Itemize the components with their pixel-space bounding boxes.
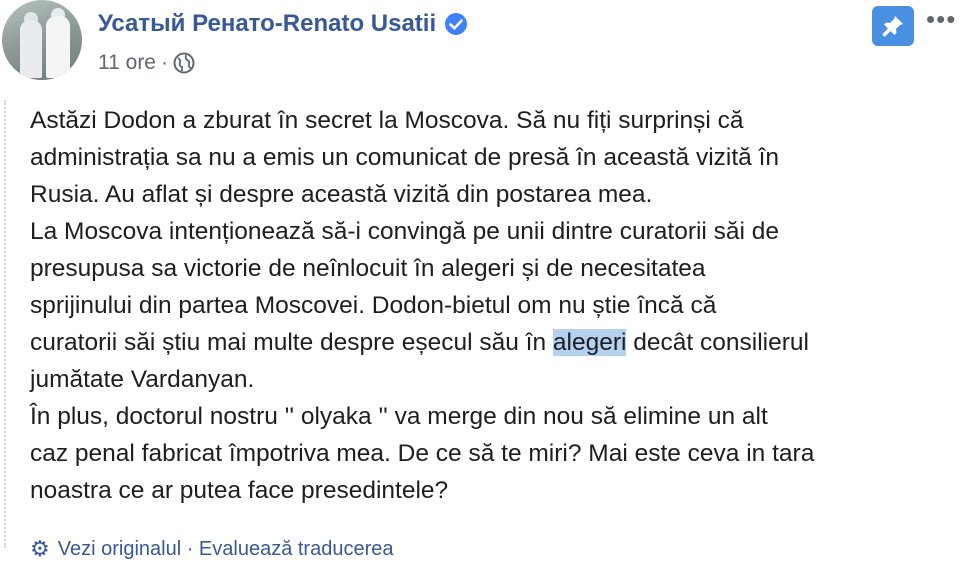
post-meta: 11 ore · xyxy=(98,51,195,75)
pin-icon xyxy=(882,16,903,37)
post-line-part: curatorii săi știu mai multe despre eșec… xyxy=(30,329,553,356)
post-line: În plus, doctorul nostru '' olyaka '' va… xyxy=(30,403,768,430)
highlighted-word: alegeri xyxy=(552,329,627,356)
author-name-link[interactable]: Усатый Ренато-Renato Usatii xyxy=(98,10,468,38)
post-line: La Moscova intenționează să-i convingă p… xyxy=(30,218,780,245)
pin-button[interactable] xyxy=(872,6,914,46)
translation-link[interactable]: ⚙ Vezi originalul · Evaluează traducerea xyxy=(30,536,394,562)
post-line: curatorii săi știu mai multe despre eșec… xyxy=(30,324,960,361)
avatar-figure-body xyxy=(46,16,70,78)
verified-badge-icon xyxy=(445,13,468,35)
author-avatar[interactable] xyxy=(2,0,82,80)
post-line: administrația sa nu a emis un comunicat … xyxy=(30,144,779,171)
post-line: presupusa sa victorie de neînlocuit în a… xyxy=(30,255,706,282)
globe-icon[interactable] xyxy=(173,52,195,74)
gear-icon: ⚙ xyxy=(30,536,50,561)
meta-separator: · xyxy=(161,51,168,74)
author-name[interactable]: Усатый Ренато-Renato Usatii xyxy=(98,10,436,38)
translation-link-label[interactable]: Vezi originalul · Evaluează traducerea xyxy=(58,538,394,561)
post-line: Rusia. Au aflat și despre această vizită… xyxy=(30,181,653,208)
post-timestamp[interactable]: 11 ore xyxy=(98,51,156,75)
post-line: caz penal fabricat împotriva mea. De ce … xyxy=(30,440,815,467)
more-options-icon[interactable]: ••• xyxy=(926,6,956,32)
post-text: Astăzi Dodon a zburat în secret la Mosco… xyxy=(30,102,960,509)
post-line: Astăzi Dodon a zburat în secret la Mosco… xyxy=(30,107,744,134)
quote-divider xyxy=(4,100,6,548)
post-line-part: decât consilierul xyxy=(626,329,809,356)
post-line: sprijinului din partea Moscovei. Dodon-b… xyxy=(30,292,717,319)
post-line: noastra ce ar putea face presedintele? xyxy=(30,477,449,504)
avatar-figure-body xyxy=(20,20,42,78)
post-line: jumătate Vardanyan. xyxy=(30,366,255,393)
